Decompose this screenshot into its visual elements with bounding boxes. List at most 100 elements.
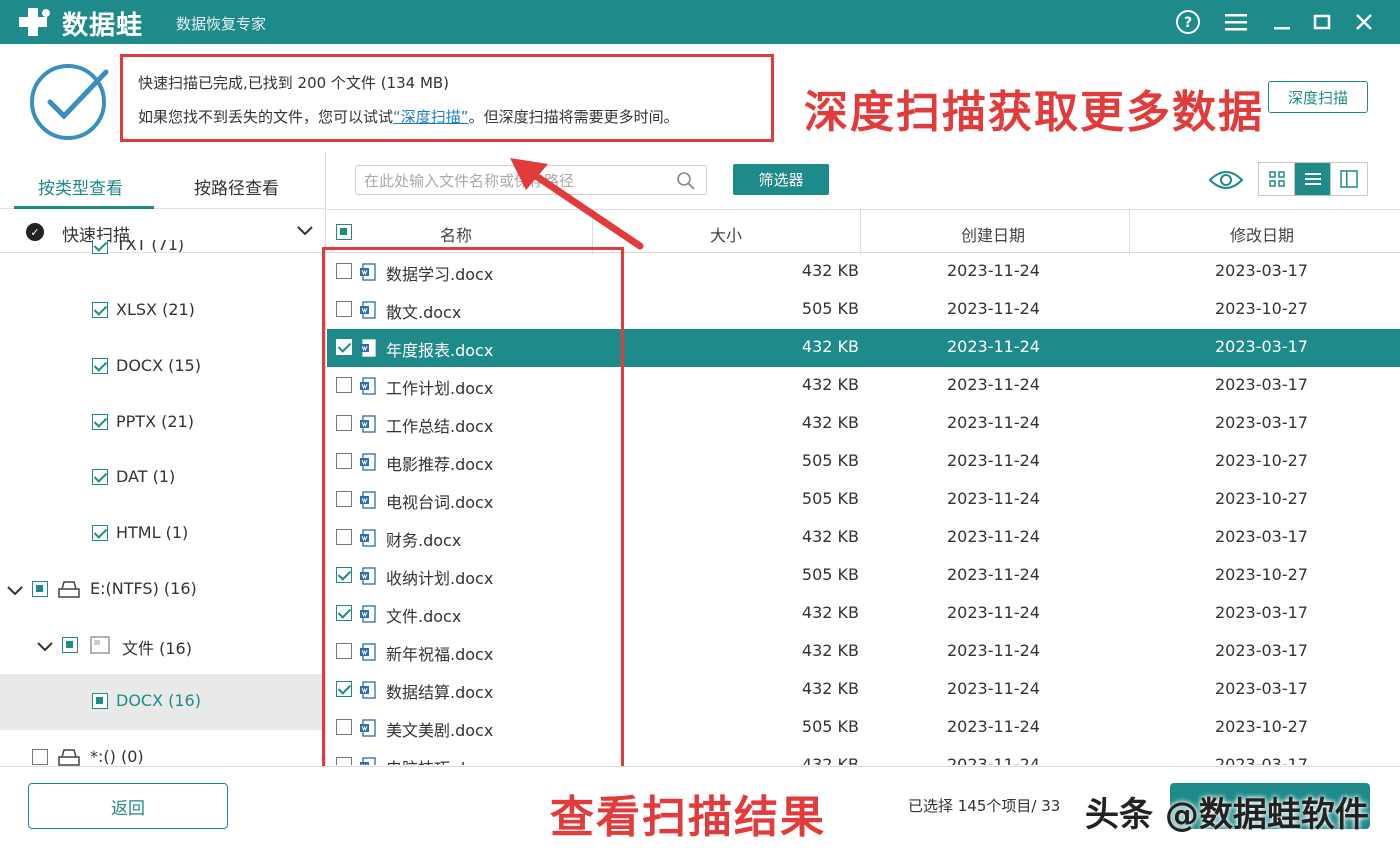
app-subtitle: 数据恢复专家: [176, 15, 267, 33]
view-mode-group: [1258, 162, 1368, 196]
tree-checkbox[interactable]: [92, 414, 108, 430]
file-size: 432 KB: [801, 527, 859, 546]
left-panel: 按类型查看 按路径查看 ✓ 快速扫描 TXT (71) XLSX (21) DO…: [0, 152, 326, 766]
tree-item-folder[interactable]: 文件 (16): [0, 628, 325, 664]
tree-item-pptx[interactable]: PPTX (21): [0, 405, 325, 441]
list-view-icon: [1304, 173, 1321, 185]
tree-item-label: XLSX (21): [116, 300, 195, 319]
minimize-icon[interactable]: [1268, 8, 1296, 36]
created-date: 2023-11-24: [947, 413, 1040, 432]
app-logo-icon: [19, 8, 50, 36]
tree-item-label: TXT (71): [116, 240, 185, 254]
modified-date: 2023-03-17: [1215, 755, 1308, 765]
file-size: 432 KB: [801, 755, 859, 765]
file-size: 432 KB: [801, 603, 859, 622]
created-date: 2023-11-24: [947, 337, 1040, 356]
filter-button[interactable]: 筛选器: [733, 164, 829, 195]
scan-info-highlight-box: [120, 54, 774, 142]
created-date: 2023-11-24: [947, 451, 1040, 470]
detail-view-icon: [1340, 170, 1358, 188]
tree-item-txt[interactable]: TXT (71): [0, 240, 325, 270]
tree-item-label: HTML (1): [116, 523, 189, 542]
search-icon[interactable]: [676, 171, 696, 191]
tree-item-label: PPTX (21): [116, 412, 194, 431]
maximize-icon[interactable]: [1308, 8, 1336, 36]
view-results-annotation: 查看扫描结果: [550, 792, 826, 843]
annotation-arrow: [510, 158, 644, 250]
tree-checkbox[interactable]: [92, 302, 108, 318]
modified-date: 2023-10-27: [1215, 299, 1308, 318]
file-size: 505 KB: [801, 717, 859, 736]
tree-item-label: *:() (0): [90, 747, 144, 766]
svg-text:?: ?: [1184, 15, 1192, 31]
tab-by-path[interactable]: 按路径查看: [194, 174, 279, 199]
modified-date: 2023-03-17: [1215, 413, 1308, 432]
tree-checkbox[interactable]: [92, 693, 108, 709]
created-date: 2023-11-24: [947, 299, 1040, 318]
file-size: 432 KB: [801, 679, 859, 698]
column-separator: [1129, 210, 1130, 254]
deep-scan-link[interactable]: “深度扫描”: [393, 108, 469, 126]
tree-checkbox[interactable]: [32, 581, 48, 597]
modified-date: 2023-10-27: [1215, 565, 1308, 584]
drive-icon: [58, 749, 80, 766]
file-size: 432 KB: [801, 375, 859, 394]
modified-date: 2023-03-17: [1215, 375, 1308, 394]
deep-scan-button[interactable]: 深度扫描: [1268, 81, 1368, 113]
scan-complete-check-icon: [30, 64, 109, 140]
tree-item-xlsx[interactable]: XLSX (21): [0, 293, 325, 329]
file-size: 432 KB: [801, 413, 859, 432]
back-button[interactable]: 返回: [28, 783, 228, 829]
tree-checkbox[interactable]: [92, 240, 108, 254]
chevron-down-icon[interactable]: [294, 219, 316, 241]
menu-icon[interactable]: [1222, 8, 1250, 36]
drive-icon: [58, 581, 80, 598]
file-size: 432 KB: [801, 641, 859, 660]
tree-item-label: 文件 (16): [122, 639, 192, 658]
tab-by-type[interactable]: 按类型查看: [38, 174, 123, 199]
tree-checkbox[interactable]: [92, 469, 108, 485]
tree-item-docx[interactable]: DOCX (15): [0, 349, 325, 385]
results-highlight-box: [322, 247, 624, 771]
tree-checkbox[interactable]: [92, 358, 108, 374]
chevron-down-icon[interactable]: [36, 637, 54, 655]
tree-item-label: DAT (1): [116, 467, 176, 486]
chevron-down-icon[interactable]: [6, 581, 24, 599]
tree-item-docx-selected[interactable]: DOCX (16): [0, 674, 325, 730]
created-date: 2023-11-24: [947, 755, 1040, 765]
tree-checkbox[interactable]: [62, 637, 78, 653]
column-created[interactable]: 创建日期: [961, 222, 1025, 246]
column-size[interactable]: 大小: [710, 222, 742, 246]
tree-item-drive-e[interactable]: E:(NTFS) (16): [0, 572, 325, 608]
detail-view-button[interactable]: [1331, 163, 1367, 195]
grid-view-button[interactable]: [1259, 163, 1295, 195]
tree-checkbox[interactable]: [32, 749, 48, 765]
modified-date: 2023-10-27: [1215, 717, 1308, 736]
tree-item-dat[interactable]: DAT (1): [0, 460, 325, 496]
deep-scan-hint: 如果您找不到丢失的文件，您可以试试“深度扫描”。但深度扫描将需要更多时间。: [138, 108, 679, 126]
eye-icon[interactable]: [1208, 168, 1244, 192]
created-date: 2023-11-24: [947, 527, 1040, 546]
folder-icon: [90, 636, 110, 654]
tree-item-label: DOCX (16): [116, 691, 201, 710]
file-size: 432 KB: [801, 337, 859, 356]
list-view-button[interactable]: [1295, 163, 1331, 195]
help-icon[interactable]: ?: [1174, 8, 1202, 36]
tree-item-label: DOCX (15): [116, 356, 201, 375]
tree-item-html[interactable]: HTML (1): [0, 516, 325, 552]
column-separator: [860, 210, 861, 254]
check-badge-icon: ✓: [26, 223, 44, 241]
select-all-checkbox[interactable]: [336, 224, 352, 240]
column-modified[interactable]: 修改日期: [1230, 222, 1294, 246]
created-date: 2023-11-24: [947, 565, 1040, 584]
title-bar: 数据蛙 数据恢复专家 ?: [0, 0, 1400, 44]
column-name[interactable]: 名称: [440, 222, 472, 246]
tree-item-unknown-drive[interactable]: *:() (0): [0, 740, 325, 766]
deep-scan-annotation: 深度扫描获取更多数据: [800, 76, 1268, 140]
modified-date: 2023-10-27: [1215, 451, 1308, 470]
created-date: 2023-11-24: [947, 641, 1040, 660]
modified-date: 2023-03-17: [1215, 261, 1308, 280]
tree-checkbox[interactable]: [92, 525, 108, 541]
bottom-bar: 返回 查看扫描结果 已选择 145个项目/ 33 头条 @数据蛙软件: [0, 766, 1400, 854]
close-icon[interactable]: [1350, 8, 1378, 36]
